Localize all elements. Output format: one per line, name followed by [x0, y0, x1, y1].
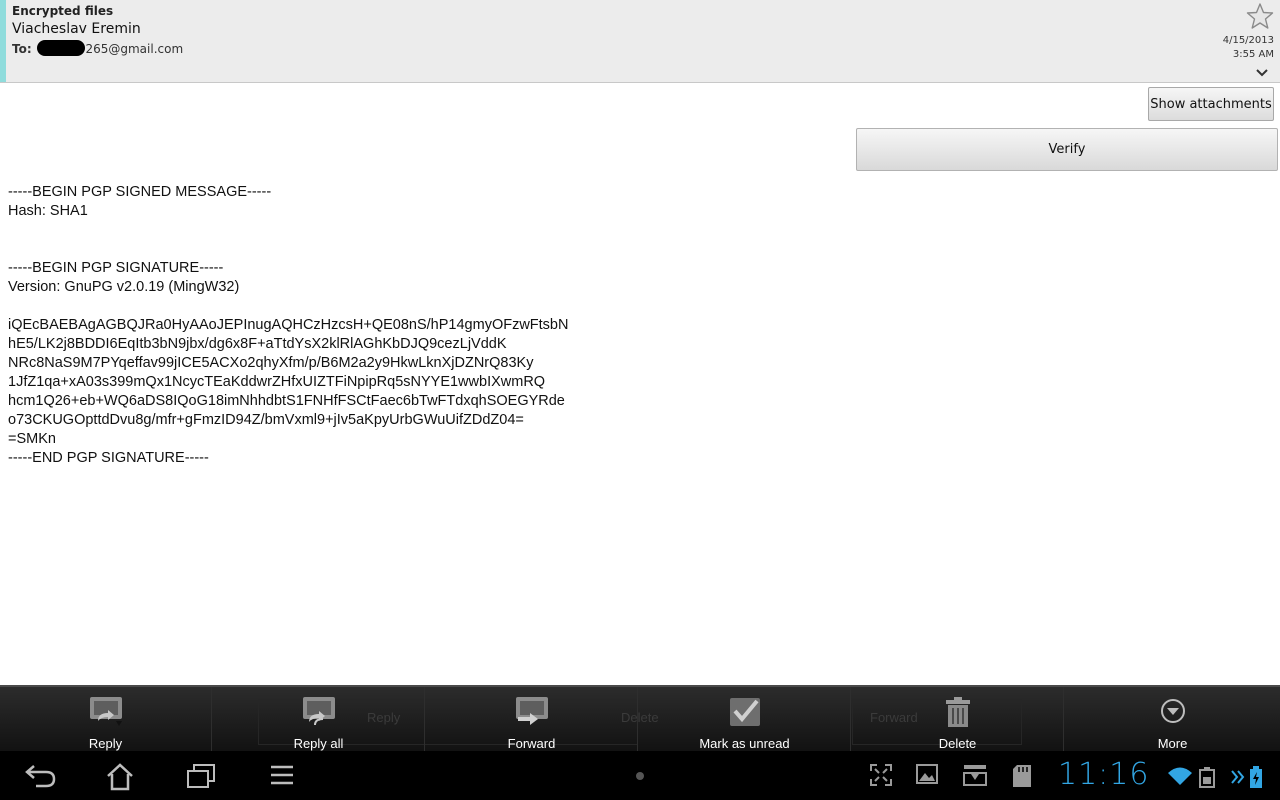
recipient-line: To: 265@gmail.com	[12, 40, 183, 56]
sd-card-icon[interactable]	[1011, 763, 1033, 789]
star-icon[interactable]	[1246, 2, 1274, 30]
mark-as-unread-button[interactable]: Mark as unread	[639, 687, 851, 753]
reply-all-icon	[302, 697, 335, 726]
message-subject: Encrypted files	[12, 4, 114, 18]
action-bar: Reply Delete Forward Reply Reply all For…	[0, 685, 1280, 753]
redacted-block	[37, 40, 86, 56]
body-line	[8, 221, 708, 240]
battery-icon	[1250, 766, 1262, 788]
more-notifications-icon[interactable]	[1230, 769, 1246, 785]
body-line	[8, 297, 708, 316]
reply-label: Reply	[88, 736, 123, 751]
more-label: More	[1157, 736, 1188, 751]
header-accent-bar	[0, 0, 6, 82]
to-label: To:	[12, 42, 32, 56]
message-body: -----BEGIN PGP SIGNED MESSAGE----- Hash:…	[8, 183, 708, 468]
mark-unread-icon	[729, 698, 760, 726]
home-dot-icon	[636, 772, 644, 780]
delete-button[interactable]: Delete	[852, 687, 1064, 753]
message-date: 4/15/2013	[1222, 35, 1274, 46]
body-line: iQEcBAEBAgAGBQJRa0HyAAoJEPInugAQHCzHzcsH…	[8, 317, 569, 333]
body-line: -----END PGP SIGNATURE-----	[8, 450, 209, 466]
show-attachments-button[interactable]: Show attachments	[1148, 87, 1274, 121]
body-line: Version: GnuPG v2.0.19 (MingW32)	[8, 279, 240, 295]
body-line: 1JfZ1qa+xA03s399mQx1NcycTEaKddwrZHfxUIZT…	[8, 374, 546, 390]
verify-button[interactable]: Verify	[856, 128, 1278, 171]
forward-icon	[515, 697, 548, 725]
forward-label: Forward	[507, 736, 556, 751]
status-clock: 11:16	[1058, 757, 1150, 792]
mark-as-unread-label: Mark as unread	[699, 736, 790, 751]
body-line: hE5/LK2j8BDDI6EqItb3bN9jbx/dg6x8F+aTtdYs…	[8, 336, 507, 352]
forward-button[interactable]: Forward	[426, 687, 638, 753]
reply-all-label: Reply all	[293, 736, 344, 751]
chevron-down-icon[interactable]	[1254, 66, 1270, 80]
fullscreen-icon[interactable]	[869, 763, 893, 787]
message-time: 3:55 AM	[1232, 49, 1274, 60]
more-icon	[1160, 699, 1185, 723]
gallery-icon[interactable]	[915, 763, 939, 785]
body-line: o73CKUGOpttdDvu8g/mfr+gFmzID94Z/bmVxml9+…	[8, 412, 524, 428]
body-line: NRc8NaS9M7PYqeffav99jICE5ACXo2qhyXfm/p/B…	[8, 355, 534, 371]
body-line: Hash: SHA1	[8, 203, 88, 219]
menu-icon[interactable]	[269, 763, 295, 787]
back-icon[interactable]	[24, 763, 58, 789]
trash-icon	[945, 697, 970, 727]
body-line: -----BEGIN PGP SIGNATURE-----	[8, 260, 224, 276]
message-header: Encrypted files Viacheslav Eremin To: 26…	[0, 0, 1280, 83]
download-icon[interactable]	[962, 763, 988, 787]
reply-all-button[interactable]: Reply all	[213, 687, 425, 753]
body-line: hcm1Q26+eb+WQ6aDS8IQoG18imNhhdbtS1FNHfFS…	[8, 393, 565, 409]
sender-name[interactable]: Viacheslav Eremin	[12, 21, 141, 37]
body-line: -----BEGIN PGP SIGNED MESSAGE-----	[8, 184, 272, 200]
recent-apps-icon[interactable]	[186, 763, 216, 789]
keyboard-icon	[1199, 767, 1215, 788]
more-button[interactable]: More	[1065, 687, 1280, 753]
reply-button[interactable]: Reply	[0, 687, 212, 753]
recipient-address: 265@gmail.com	[85, 42, 184, 56]
home-icon[interactable]	[105, 763, 135, 791]
wifi-icon	[1168, 767, 1192, 785]
reply-icon	[89, 697, 122, 726]
body-line: =SMKn	[8, 431, 56, 447]
delete-label: Delete	[938, 736, 977, 751]
body-line	[8, 240, 708, 259]
